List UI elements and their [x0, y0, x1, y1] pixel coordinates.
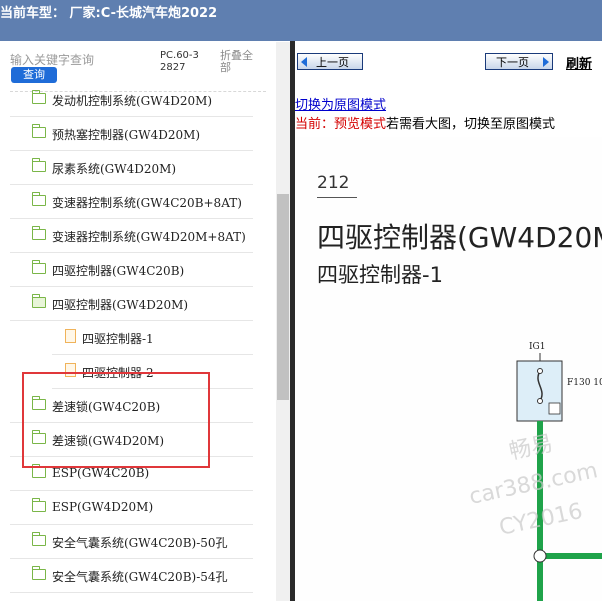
tree-item-label: 四驱控制器(GW4D20M): [52, 298, 189, 312]
top-bar: 当前车型： 厂家:C-长城汽车炮2022: [0, 0, 602, 41]
folder-icon: [32, 260, 46, 274]
watermark-text: 畅易: [507, 431, 555, 465]
folder-icon: [32, 532, 46, 546]
folder-icon: [32, 226, 46, 240]
folder-icon: [32, 430, 46, 444]
wire-junction: [533, 549, 547, 563]
file-icon: [65, 363, 76, 377]
fuse-tag: [548, 402, 561, 415]
tree-item[interactable]: ESP(GW4C20B): [10, 457, 253, 491]
tree-item-label: 安全气囊系统(GW4C20B)-50孔: [52, 536, 228, 550]
tree-item-label: 安全气囊系统(GW4C20B)-54孔: [52, 570, 228, 584]
wiring-diagram: IG1 F130 10A 畅易 car388.com CY2016: [467, 342, 602, 601]
next-arrow-icon: [543, 57, 549, 67]
folder-open-icon: [32, 294, 46, 308]
refresh-link[interactable]: 刷新: [566, 53, 592, 72]
file-icon: [65, 329, 76, 343]
tree-item-label: ESP(GW4C20B): [52, 466, 150, 480]
tree-item-label: 四驱控制器-1: [82, 332, 154, 346]
fuse-terminal: [537, 398, 543, 404]
tree-item-child[interactable]: 四驱控制器-1: [52, 321, 253, 355]
mode-status: 当前：预览模式若需看大图，切换至原图模式: [295, 113, 555, 132]
tree-item[interactable]: 安全气囊系统(GW4C20B)-50孔: [10, 525, 253, 559]
folder-icon: [32, 90, 46, 104]
tree-item-child[interactable]: 四驱控制器-2: [52, 355, 253, 389]
vehicle-title: 当前车型： 厂家:C-长城汽车炮2022: [0, 6, 218, 21]
right-panel: 上一页 下一页 刷新 切换为原图模式 当前：预览模式若需看大图，切换至原图模式 …: [295, 41, 602, 601]
tree-item-label: 变速器控制系统(GW4D20M+8AT): [52, 230, 246, 244]
tree-item[interactable]: ESP(GW4D20M): [10, 491, 253, 525]
tree-scrollbar-thumb[interactable]: [277, 194, 289, 400]
fuse-terminal: [537, 368, 543, 374]
tree-item-label: 差速锁(GW4D20M): [52, 434, 165, 448]
tree-item-label: 预热塞控制器(GW4D20M): [52, 128, 201, 142]
folder-icon: [32, 498, 46, 512]
tree-item[interactable]: 四驱控制器(GW4C20B): [10, 253, 253, 287]
tree-item[interactable]: 预热塞控制器(GW4D20M): [10, 117, 253, 151]
next-page-label: 下一页: [496, 56, 529, 69]
switch-original-mode-link[interactable]: 切换为原图模式: [295, 94, 386, 113]
tree-item[interactable]: 变速器控制系统(GW4D20M+8AT): [10, 219, 253, 253]
tree-item-label: ESP(GW4D20M): [52, 500, 154, 514]
prev-page-button[interactable]: 上一页: [297, 53, 363, 70]
left-panel: 查询 PC.60-32827 折叠全部 发动机控制系统(GW4D20M) 预热塞…: [0, 41, 290, 601]
tree-item[interactable]: 差速锁(GW4C20B): [10, 389, 253, 423]
tree-item-label: 四驱控制器-2: [82, 366, 154, 380]
folder-icon: [32, 566, 46, 580]
tree-item[interactable]: 变速器控制系统(GW4C20B+8AT): [10, 185, 253, 219]
tree-item-label: 变速器控制系统(GW4C20B+8AT): [52, 196, 242, 210]
tree-item-label: 尿素系统(GW4D20M): [52, 162, 177, 176]
collapse-all-link[interactable]: 折叠全部: [220, 50, 260, 74]
folder-icon: [32, 464, 46, 478]
tree-item[interactable]: 安全气囊系统(GW4C20B)-54孔: [10, 559, 253, 593]
tree-item-expanded[interactable]: 四驱控制器(GW4D20M): [10, 287, 253, 321]
fuse-code: F130 10A: [567, 378, 602, 388]
tree-item[interactable]: 发动机控制系统(GW4D20M): [10, 83, 253, 117]
search-input[interactable]: [10, 53, 155, 67]
mode-tip: 若需看大图，切换至原图模式: [386, 117, 556, 132]
page-number: 212: [317, 173, 350, 193]
document-preview: 212 四驱控制器(GW4D20M) 四驱控制器-1 IG1 F130 10A …: [295, 137, 602, 601]
prev-arrow-icon: [301, 57, 307, 67]
folder-icon: [32, 396, 46, 410]
search-button[interactable]: 查询: [11, 67, 57, 83]
tree-item-label: 发动机控制系统(GW4D20M): [52, 94, 213, 108]
document-subtitle: 四驱控制器-1: [317, 263, 443, 287]
tree-item[interactable]: 差速锁(GW4D20M): [10, 423, 253, 457]
folder-icon: [32, 192, 46, 206]
tree-item-label: 四驱控制器(GW4C20B): [52, 264, 185, 278]
next-page-button[interactable]: 下一页: [485, 53, 553, 70]
tree-item[interactable]: 尿素系统(GW4D20M): [10, 151, 253, 185]
fuse-label: IG1: [529, 342, 545, 352]
pc-code: PC.60-32827: [160, 50, 199, 73]
tree-item-label: 差速锁(GW4C20B): [52, 400, 161, 414]
prev-page-label: 上一页: [316, 56, 349, 69]
page-number-rule: [317, 197, 357, 198]
mode-label: 当前：预览模式: [295, 117, 387, 132]
folder-icon: [32, 124, 46, 138]
folder-icon: [32, 158, 46, 172]
document-title: 四驱控制器(GW4D20M): [317, 221, 602, 254]
